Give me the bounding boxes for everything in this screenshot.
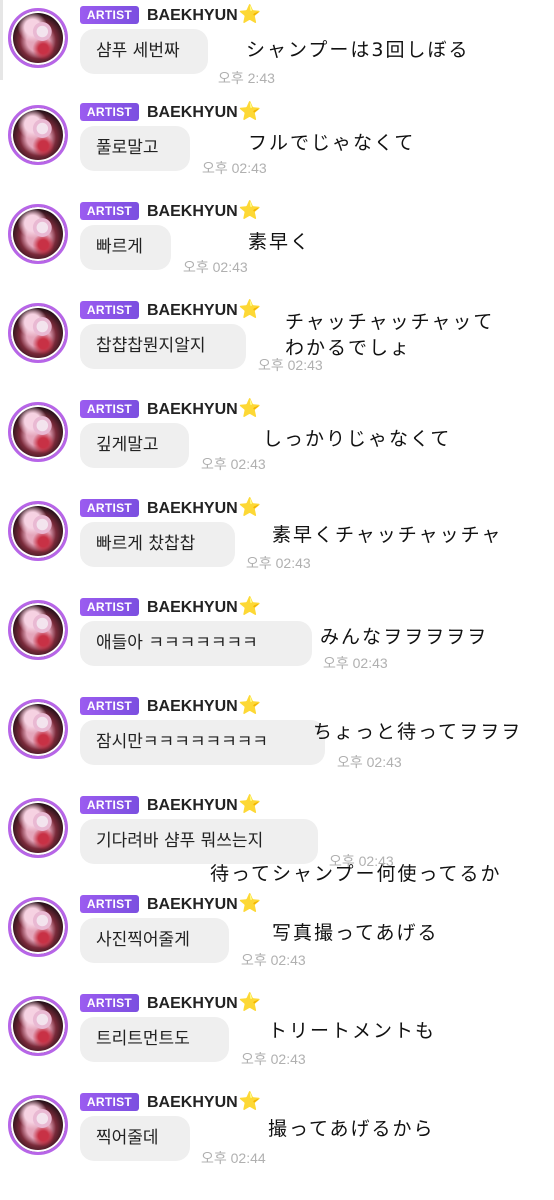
sender-name: BAEKHYUN⭐ — [147, 497, 261, 519]
artist-badge: ARTIST — [80, 895, 139, 913]
translation-note: 撮ってあげるから — [268, 1118, 435, 1140]
message-bubble[interactable]: 잠시만ㅋㅋㅋㅋㅋㅋㅋㅋ — [80, 720, 325, 765]
translation-note: チャッチャッチャッて わかるでしょ — [285, 311, 495, 359]
sender-name: BAEKHYUN⭐ — [147, 200, 261, 222]
translation-note: 待ってシャンプー何使ってるか — [210, 863, 502, 885]
sender-name-label: BAEKHYUN — [147, 995, 238, 1012]
translation-note: シャンプーは3回しぼる — [246, 39, 470, 61]
message-bubble[interactable]: 애들아 ㅋㅋㅋㅋㅋㅋㅋ — [80, 621, 312, 666]
star-icon: ⭐ — [238, 992, 262, 1012]
message-timestamp: 오후 02:43 — [183, 259, 248, 275]
message-bubble[interactable]: 찹챱찹뭔지알지 — [80, 324, 246, 369]
sender-name: BAEKHYUN⭐ — [147, 893, 261, 915]
sender-name-label: BAEKHYUN — [147, 896, 238, 913]
sender-name: BAEKHYUN⭐ — [147, 695, 261, 717]
sender-name: BAEKHYUN⭐ — [147, 398, 261, 420]
message-bubble[interactable]: 풀로말고 — [80, 126, 190, 171]
message-timestamp: 오후 02:43 — [202, 160, 267, 176]
avatar[interactable] — [8, 8, 68, 68]
message-bubble[interactable]: 기다려바 샴푸 뭐쓰는지 — [80, 819, 318, 864]
message-timestamp: 오후 02:43 — [241, 1051, 306, 1067]
artist-badge: ARTIST — [80, 1093, 139, 1111]
sender-name: BAEKHYUN⭐ — [147, 101, 261, 123]
translation-note: トリートメントも — [268, 1020, 437, 1042]
sender-name-label: BAEKHYUN — [147, 698, 238, 715]
sender-name-label: BAEKHYUN — [147, 302, 238, 319]
star-icon: ⭐ — [238, 794, 262, 814]
star-icon: ⭐ — [238, 101, 262, 121]
message-bubble[interactable]: 빠르게 — [80, 225, 171, 270]
message-bubble[interactable]: 트리트먼트도 — [80, 1017, 229, 1062]
avatar[interactable] — [8, 996, 68, 1056]
avatar[interactable] — [8, 501, 68, 561]
sender-name: BAEKHYUN⭐ — [147, 1091, 261, 1113]
sender-name-label: BAEKHYUN — [147, 7, 238, 24]
star-icon: ⭐ — [238, 4, 262, 24]
translation-note: 素早くチャッチャッチャ — [272, 524, 503, 546]
star-icon: ⭐ — [238, 1091, 262, 1111]
star-icon: ⭐ — [238, 398, 262, 418]
avatar[interactable] — [8, 303, 68, 363]
avatar[interactable] — [8, 204, 68, 264]
message-bubble[interactable]: 찍어줄데 — [80, 1116, 190, 1161]
avatar[interactable] — [8, 1095, 68, 1155]
message-timestamp: 오후 02:44 — [201, 1150, 266, 1166]
translation-note: ちょっと待ってヲヲヲ — [313, 721, 523, 743]
sender-name: BAEKHYUN⭐ — [147, 4, 261, 26]
message-bubble[interactable]: 깊게말고 — [80, 423, 189, 468]
translation-note: しっかりじゃなくて — [263, 428, 452, 450]
artist-badge: ARTIST — [80, 6, 139, 24]
translation-note: みんなヲヲヲヲヲ — [320, 626, 489, 648]
artist-badge: ARTIST — [80, 400, 139, 418]
sender-name: BAEKHYUN⭐ — [147, 596, 261, 618]
message-timestamp: 오후 02:43 — [241, 952, 306, 968]
star-icon: ⭐ — [238, 596, 262, 616]
message-bubble[interactable]: 샴푸 세번짜 — [80, 29, 208, 74]
message-timestamp: 오후 02:43 — [246, 555, 311, 571]
sender-name-label: BAEKHYUN — [147, 104, 238, 121]
translation-note: 写真撮ってあげる — [272, 922, 439, 944]
avatar[interactable] — [8, 402, 68, 462]
avatar[interactable] — [8, 105, 68, 165]
sender-name-label: BAEKHYUN — [147, 797, 238, 814]
star-icon: ⭐ — [238, 893, 262, 913]
message-timestamp: 오후 2:43 — [218, 70, 275, 86]
artist-badge: ARTIST — [80, 301, 139, 319]
artist-badge: ARTIST — [80, 103, 139, 121]
message-bubble[interactable]: 빠르게 찼찹찹 — [80, 522, 235, 567]
artist-badge: ARTIST — [80, 202, 139, 220]
star-icon: ⭐ — [238, 497, 262, 517]
sender-name-label: BAEKHYUN — [147, 203, 238, 220]
message-timestamp: 오후 02:43 — [323, 655, 388, 671]
artist-badge: ARTIST — [80, 598, 139, 616]
avatar[interactable] — [8, 897, 68, 957]
sender-name-label: BAEKHYUN — [147, 1094, 238, 1111]
sender-name-label: BAEKHYUN — [147, 500, 238, 517]
avatar[interactable] — [8, 699, 68, 759]
chat-log: ARTIST BAEKHYUN⭐ 샴푸 세번짜 오후 2:43 シャンプーは3回しぼる A… — [0, 0, 554, 1200]
artist-badge: ARTIST — [80, 994, 139, 1012]
artist-badge: ARTIST — [80, 499, 139, 517]
sender-name: BAEKHYUN⭐ — [147, 299, 261, 321]
sender-name-label: BAEKHYUN — [147, 401, 238, 418]
avatar[interactable] — [8, 798, 68, 858]
sender-name-label: BAEKHYUN — [147, 599, 238, 616]
message-timestamp: 오후 02:43 — [201, 456, 266, 472]
message-timestamp: 오후 02:43 — [337, 754, 402, 770]
sender-name: BAEKHYUN⭐ — [147, 794, 261, 816]
artist-badge: ARTIST — [80, 796, 139, 814]
star-icon: ⭐ — [238, 299, 262, 319]
translation-note: フルでじゃなくて — [248, 132, 416, 154]
artist-badge: ARTIST — [80, 697, 139, 715]
avatar[interactable] — [8, 600, 68, 660]
translation-note: 素早く — [248, 231, 312, 253]
message-bubble[interactable]: 사진찍어줄게 — [80, 918, 229, 963]
star-icon: ⭐ — [238, 695, 262, 715]
star-icon: ⭐ — [238, 200, 262, 220]
sender-name: BAEKHYUN⭐ — [147, 992, 261, 1014]
